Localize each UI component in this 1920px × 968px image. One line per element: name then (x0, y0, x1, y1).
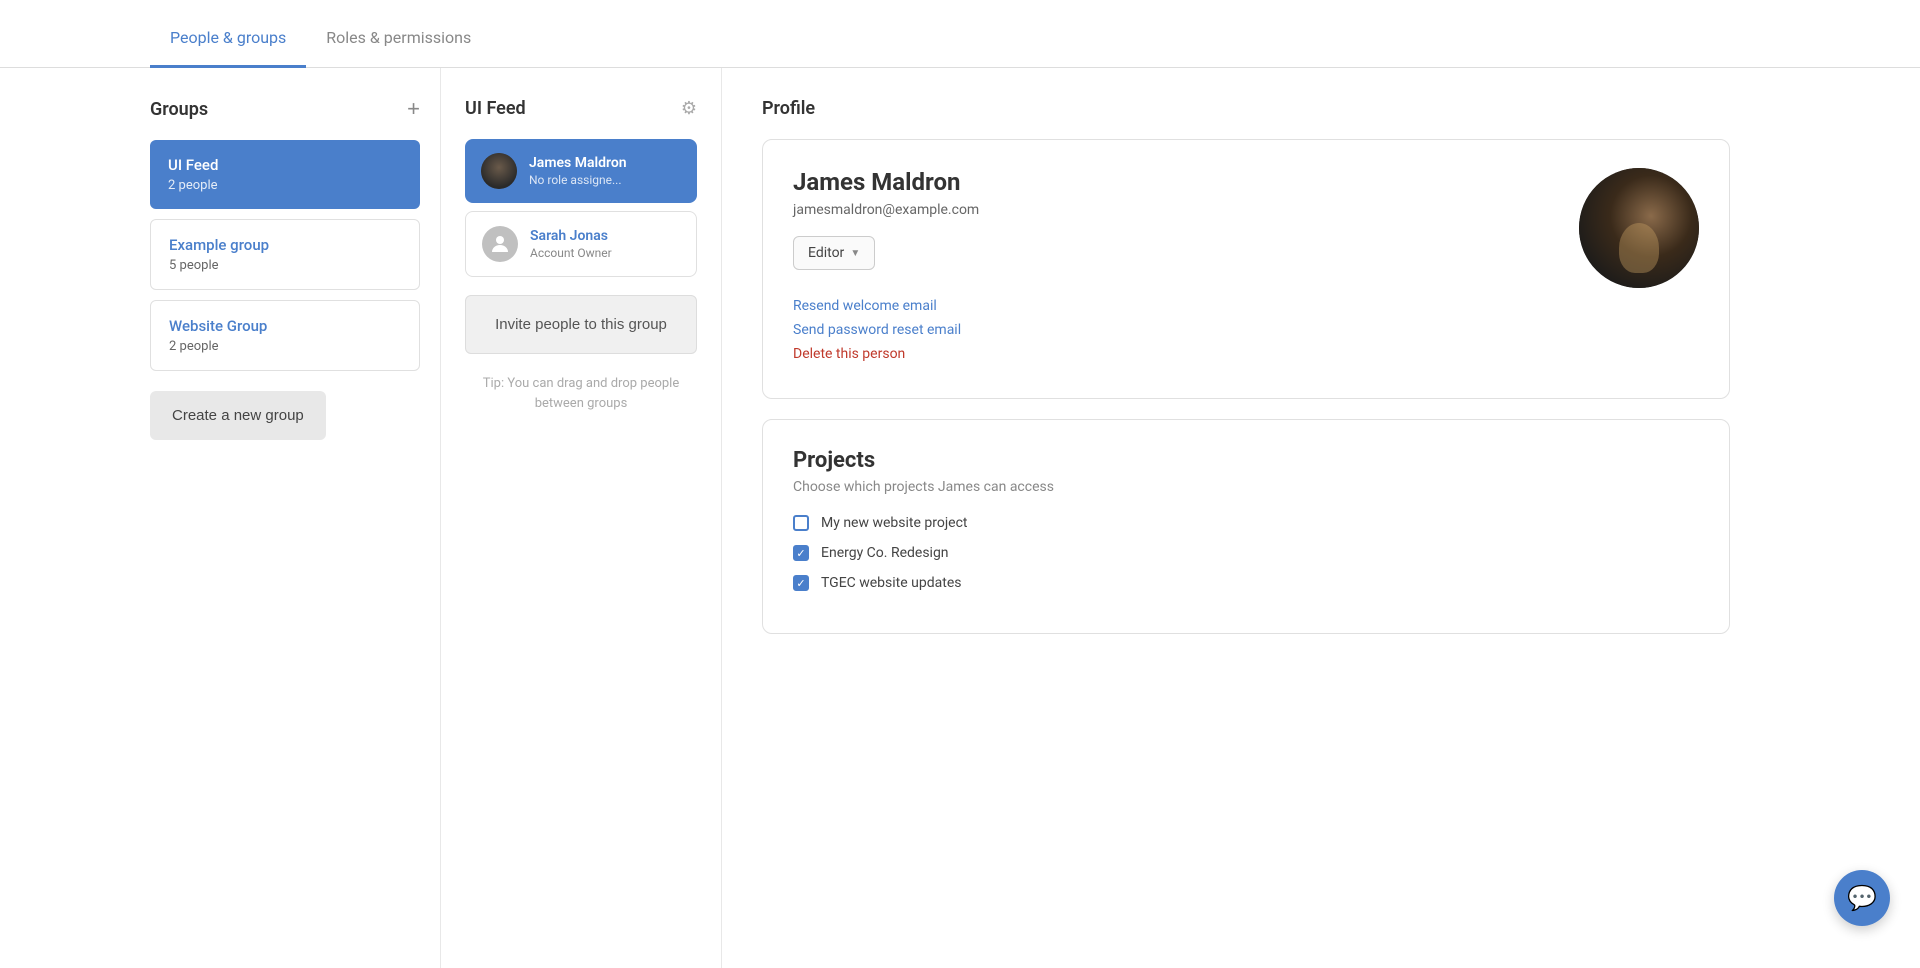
members-column-title: UI Feed (465, 98, 526, 119)
profile-actions: Resend welcome email Send password reset… (793, 298, 1579, 362)
member-card-sarah-jonas[interactable]: Sarah Jonas Account Owner (465, 211, 697, 277)
group-item-name: Example group (169, 236, 401, 254)
project-name: Energy Co. Redesign (821, 545, 949, 561)
profile-photo (1579, 168, 1699, 288)
projects-subtitle-name: James (938, 479, 980, 495)
member-role: Account Owner (530, 246, 680, 260)
project-checkbox-my-new-website[interactable] (793, 515, 809, 531)
profile-photo-inner (1579, 168, 1699, 288)
role-label: Editor (808, 245, 844, 261)
projects-subtitle-suffix: can access (984, 479, 1054, 495)
profile-info: James Maldron jamesmaldron@example.com E… (793, 168, 1579, 370)
project-checkbox-energy-co[interactable] (793, 545, 809, 561)
group-item-name: Website Group (169, 317, 401, 335)
project-item-energy-co: Energy Co. Redesign (793, 545, 1699, 561)
main-layout: Groups + UI Feed 2 people Example group … (0, 68, 1920, 968)
project-name: TGEC website updates (821, 575, 961, 591)
page-container: People & groups Roles & permissions Grou… (0, 0, 1920, 968)
members-header: UI Feed ⚙ (465, 98, 697, 119)
project-name: My new website project (821, 515, 968, 531)
resend-email-link[interactable]: Resend welcome email (793, 298, 1579, 314)
projects-card: Projects Choose which projects James can… (762, 419, 1730, 634)
member-role: No role assigne... (529, 173, 681, 187)
profile-email: jamesmaldron@example.com (793, 202, 1579, 218)
tabs-bar: People & groups Roles & permissions (0, 0, 1920, 68)
profile-column-title: Profile (762, 98, 1730, 119)
projects-subtitle-prefix: Choose which projects (793, 479, 934, 495)
member-card-james-maldron[interactable]: James Maldron No role assigne... (465, 139, 697, 203)
tab-roles-permissions[interactable]: Roles & permissions (306, 0, 491, 68)
group-item-count: 2 people (168, 178, 402, 193)
member-name: James Maldron (529, 155, 681, 171)
project-item-my-new-website: My new website project (793, 515, 1699, 531)
create-group-button[interactable]: Create a new group (150, 391, 326, 440)
add-group-button[interactable]: + (407, 98, 420, 120)
projects-subtitle: Choose which projects James can access (793, 479, 1699, 495)
groups-column-header: Groups + (150, 98, 420, 120)
profile-column: Profile James Maldron jamesmaldron@examp… (722, 68, 1770, 968)
chat-button[interactable]: 💬 (1834, 870, 1890, 926)
invite-people-button[interactable]: Invite people to this group (465, 295, 697, 354)
group-item-website-group[interactable]: Website Group 2 people (150, 300, 420, 371)
profile-name: James Maldron (793, 168, 1579, 196)
role-selector[interactable]: Editor ▼ (793, 236, 875, 270)
profile-card: James Maldron jamesmaldron@example.com E… (762, 139, 1730, 399)
projects-title: Projects (793, 448, 1699, 473)
tab-people-groups[interactable]: People & groups (150, 0, 306, 68)
delete-person-link[interactable]: Delete this person (793, 346, 1579, 362)
groups-column: Groups + UI Feed 2 people Example group … (150, 68, 440, 968)
group-item-example-group[interactable]: Example group 5 people (150, 219, 420, 290)
members-column: UI Feed ⚙ James Maldron No role assigne.… (441, 68, 721, 968)
group-item-ui-feed[interactable]: UI Feed 2 people (150, 140, 420, 209)
group-item-count: 5 people (169, 258, 401, 273)
gear-icon[interactable]: ⚙ (681, 98, 697, 119)
chat-icon: 💬 (1847, 884, 1877, 912)
member-info-james-maldron: James Maldron No role assigne... (529, 155, 681, 187)
tip-text: Tip: You can drag and drop people betwee… (465, 374, 697, 413)
group-item-name: UI Feed (168, 156, 402, 174)
send-password-reset-link[interactable]: Send password reset email (793, 322, 1579, 338)
avatar-james-maldron (481, 153, 517, 189)
group-item-count: 2 people (169, 339, 401, 354)
chevron-down-icon: ▼ (850, 248, 860, 259)
member-info-sarah-jonas: Sarah Jonas Account Owner (530, 228, 680, 260)
project-checkbox-tgec[interactable] (793, 575, 809, 591)
project-item-tgec: TGEC website updates (793, 575, 1699, 591)
groups-column-title: Groups (150, 99, 208, 120)
member-name: Sarah Jonas (530, 228, 680, 244)
avatar-sarah-jonas (482, 226, 518, 262)
